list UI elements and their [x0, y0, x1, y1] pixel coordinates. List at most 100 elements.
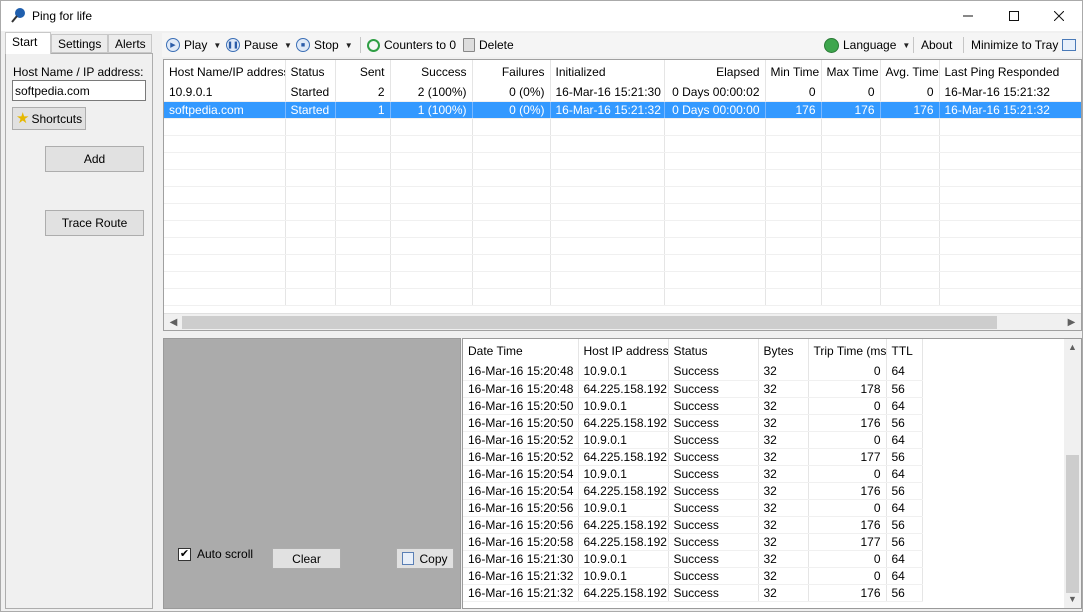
log-row[interactable]: 16-Mar-16 15:20:52 10.9.0.1 Success 32 0 64 — [463, 431, 923, 449]
col-date-time[interactable]: Date Time — [463, 339, 579, 363]
add-button[interactable]: Add — [45, 146, 144, 172]
log-row[interactable]: 16-Mar-16 15:20:54 64.225.158.192 Success 3… — [463, 482, 923, 500]
col-sent[interactable]: Sent — [335, 60, 391, 84]
col-bytes[interactable]: Bytes — [758, 339, 809, 363]
log-row[interactable]: 16-Mar-16 15:20:56 10.9.0.1 Success 32 0 64 — [463, 499, 923, 517]
log-row[interactable]: 16-Mar-16 15:20:56 64.225.158.192 Success 3… — [463, 516, 923, 534]
empty-cell — [390, 186, 473, 204]
chevron-down-icon[interactable]: ▼ — [345, 41, 353, 50]
empty-cell — [821, 118, 881, 136]
toolbar: ▶ Play ▼ ❚❚ Pause ▼ ■ Stop ▼ Counters to… — [162, 33, 1082, 57]
trace-route-button[interactable]: Trace Route — [45, 210, 144, 236]
tab-alerts[interactable]: Alerts — [108, 34, 152, 53]
log-cell: 0 — [808, 397, 887, 415]
scroll-thumb[interactable] — [1066, 455, 1079, 593]
log-row[interactable]: 16-Mar-16 15:20:58 64.225.158.192 Success 3… — [463, 533, 923, 551]
col-elapsed[interactable]: Elapsed — [664, 60, 766, 84]
empty-cell — [880, 186, 940, 204]
log-cell: 0 — [808, 363, 887, 381]
copy-button[interactable]: Copy — [396, 548, 454, 569]
log-row[interactable]: 16-Mar-16 15:20:48 10.9.0.1 Success 32 0 64 — [463, 363, 923, 381]
log-row[interactable]: 16-Mar-16 15:20:50 64.225.158.192 Success 3… — [463, 414, 923, 432]
empty-cell — [472, 220, 551, 238]
log-row[interactable]: 16-Mar-16 15:21:30 10.9.0.1 Success 32 0 64 — [463, 550, 923, 568]
log-row[interactable]: 16-Mar-16 15:20:50 10.9.0.1 Success 32 0 64 — [463, 397, 923, 415]
log-cell: 56 — [886, 482, 923, 500]
host-cell: 0 (0%) — [472, 84, 551, 102]
empty-cell — [390, 169, 473, 187]
log-cell: 32 — [758, 516, 809, 534]
log-row[interactable]: 16-Mar-16 15:20:48 64.225.158.192 Success 3… — [463, 380, 923, 398]
empty-cell — [765, 118, 822, 136]
vertical-scrollbar[interactable]: ▲ ▼ — [1064, 339, 1081, 608]
host-row[interactable]: softpedia.com Started 1 1 (100%) 0 (0%) 16-Ma… — [164, 101, 1081, 119]
language-label: Language — [843, 38, 897, 52]
chevron-down-icon[interactable]: ▼ — [902, 41, 910, 50]
stop-button[interactable]: ■ Stop ▼ — [296, 36, 353, 54]
log-cell: Success — [668, 431, 759, 449]
scroll-down-icon[interactable]: ▼ — [1064, 591, 1081, 608]
horizontal-scrollbar[interactable]: ◀ ▶ — [164, 313, 1081, 330]
about-button[interactable]: About — [921, 36, 952, 54]
play-button[interactable]: ▶ Play ▼ — [166, 36, 221, 54]
log-row[interactable]: 16-Mar-16 15:20:52 64.225.158.192 Success 3… — [463, 448, 923, 466]
col-status[interactable]: Status — [285, 60, 336, 84]
empty-cell — [164, 237, 286, 255]
empty-cell — [285, 271, 336, 289]
delete-button[interactable]: Delete — [463, 36, 514, 54]
minimize-to-tray-button[interactable]: Minimize to Tray — [971, 36, 1077, 54]
empty-cell — [285, 152, 336, 170]
scroll-left-icon[interactable]: ◀ — [165, 315, 182, 330]
checkbox-icon[interactable]: ✔ — [178, 547, 191, 561]
counters-to-zero-button[interactable]: Counters to 0 — [367, 36, 456, 54]
chevron-down-icon[interactable]: ▼ — [213, 41, 221, 50]
log-row[interactable]: 16-Mar-16 15:21:32 10.9.0.1 Success 32 0 64 — [463, 567, 923, 585]
empty-cell — [880, 169, 940, 187]
col-max-time[interactable]: Max Time — [821, 60, 881, 84]
pause-button[interactable]: ❚❚ Pause ▼ — [226, 36, 292, 54]
scroll-right-icon[interactable]: ▶ — [1063, 315, 1080, 330]
maximize-button[interactable] — [991, 1, 1037, 31]
empty-cell — [664, 135, 766, 153]
empty-cell — [880, 288, 940, 306]
clear-button[interactable]: Clear — [272, 548, 341, 569]
tab-settings[interactable]: Settings — [51, 34, 108, 53]
col-failures[interactable]: Failures — [472, 60, 551, 84]
empty-cell — [821, 152, 881, 170]
hosts-header-row: Host Name/IP address Status Sent Success… — [164, 60, 1081, 84]
tab-start[interactable]: Start — [5, 32, 51, 54]
minimize-button[interactable] — [945, 1, 991, 31]
empty-row — [164, 254, 1081, 272]
host-cell: 0 — [765, 84, 822, 102]
col-status[interactable]: Status — [668, 339, 759, 363]
col-avg-time[interactable]: Avg. Time — [880, 60, 940, 84]
col-ttl[interactable]: TTL — [886, 339, 923, 363]
empty-cell — [335, 118, 391, 136]
col-last-ping[interactable]: Last Ping Responded — [939, 60, 1081, 84]
empty-cell — [765, 254, 822, 272]
auto-scroll-checkbox[interactable]: ✔ Auto scroll — [178, 547, 253, 561]
col-min-time[interactable]: Min Time — [765, 60, 822, 84]
title-bar: Ping for life — [1, 1, 1082, 31]
empty-cell — [390, 254, 473, 272]
ping-log-grid: Date Time Host IP address Status Bytes T… — [462, 338, 1082, 609]
col-success[interactable]: Success — [390, 60, 473, 84]
col-trip-time[interactable]: Trip Time (ms) — [808, 339, 887, 363]
host-cell: 0 — [880, 84, 940, 102]
log-row[interactable]: 16-Mar-16 15:21:32 64.225.158.192 Success 3… — [463, 584, 923, 602]
close-button[interactable] — [1036, 1, 1082, 31]
scroll-up-icon[interactable]: ▲ — [1064, 339, 1081, 356]
log-row[interactable]: 16-Mar-16 15:20:54 10.9.0.1 Success 32 0 64 — [463, 465, 923, 483]
col-initialized[interactable]: Initialized — [550, 60, 665, 84]
language-button[interactable]: Language ▼ — [824, 36, 910, 54]
col-host[interactable]: Host Name/IP address — [164, 60, 286, 84]
host-row[interactable]: 10.9.0.1 Started 2 2 (100%) 0 (0%) 16-Mar-16 … — [164, 84, 1081, 102]
chevron-down-icon[interactable]: ▼ — [284, 41, 292, 50]
shortcuts-button[interactable]: ★ Shortcuts — [12, 107, 86, 130]
copy-icon — [402, 552, 415, 565]
scroll-thumb[interactable] — [182, 316, 997, 329]
host-input[interactable] — [12, 80, 146, 101]
col-host-ip[interactable]: Host IP address — [578, 339, 669, 363]
host-cell: 1 (100%) — [390, 101, 473, 119]
empty-cell — [939, 254, 1081, 272]
